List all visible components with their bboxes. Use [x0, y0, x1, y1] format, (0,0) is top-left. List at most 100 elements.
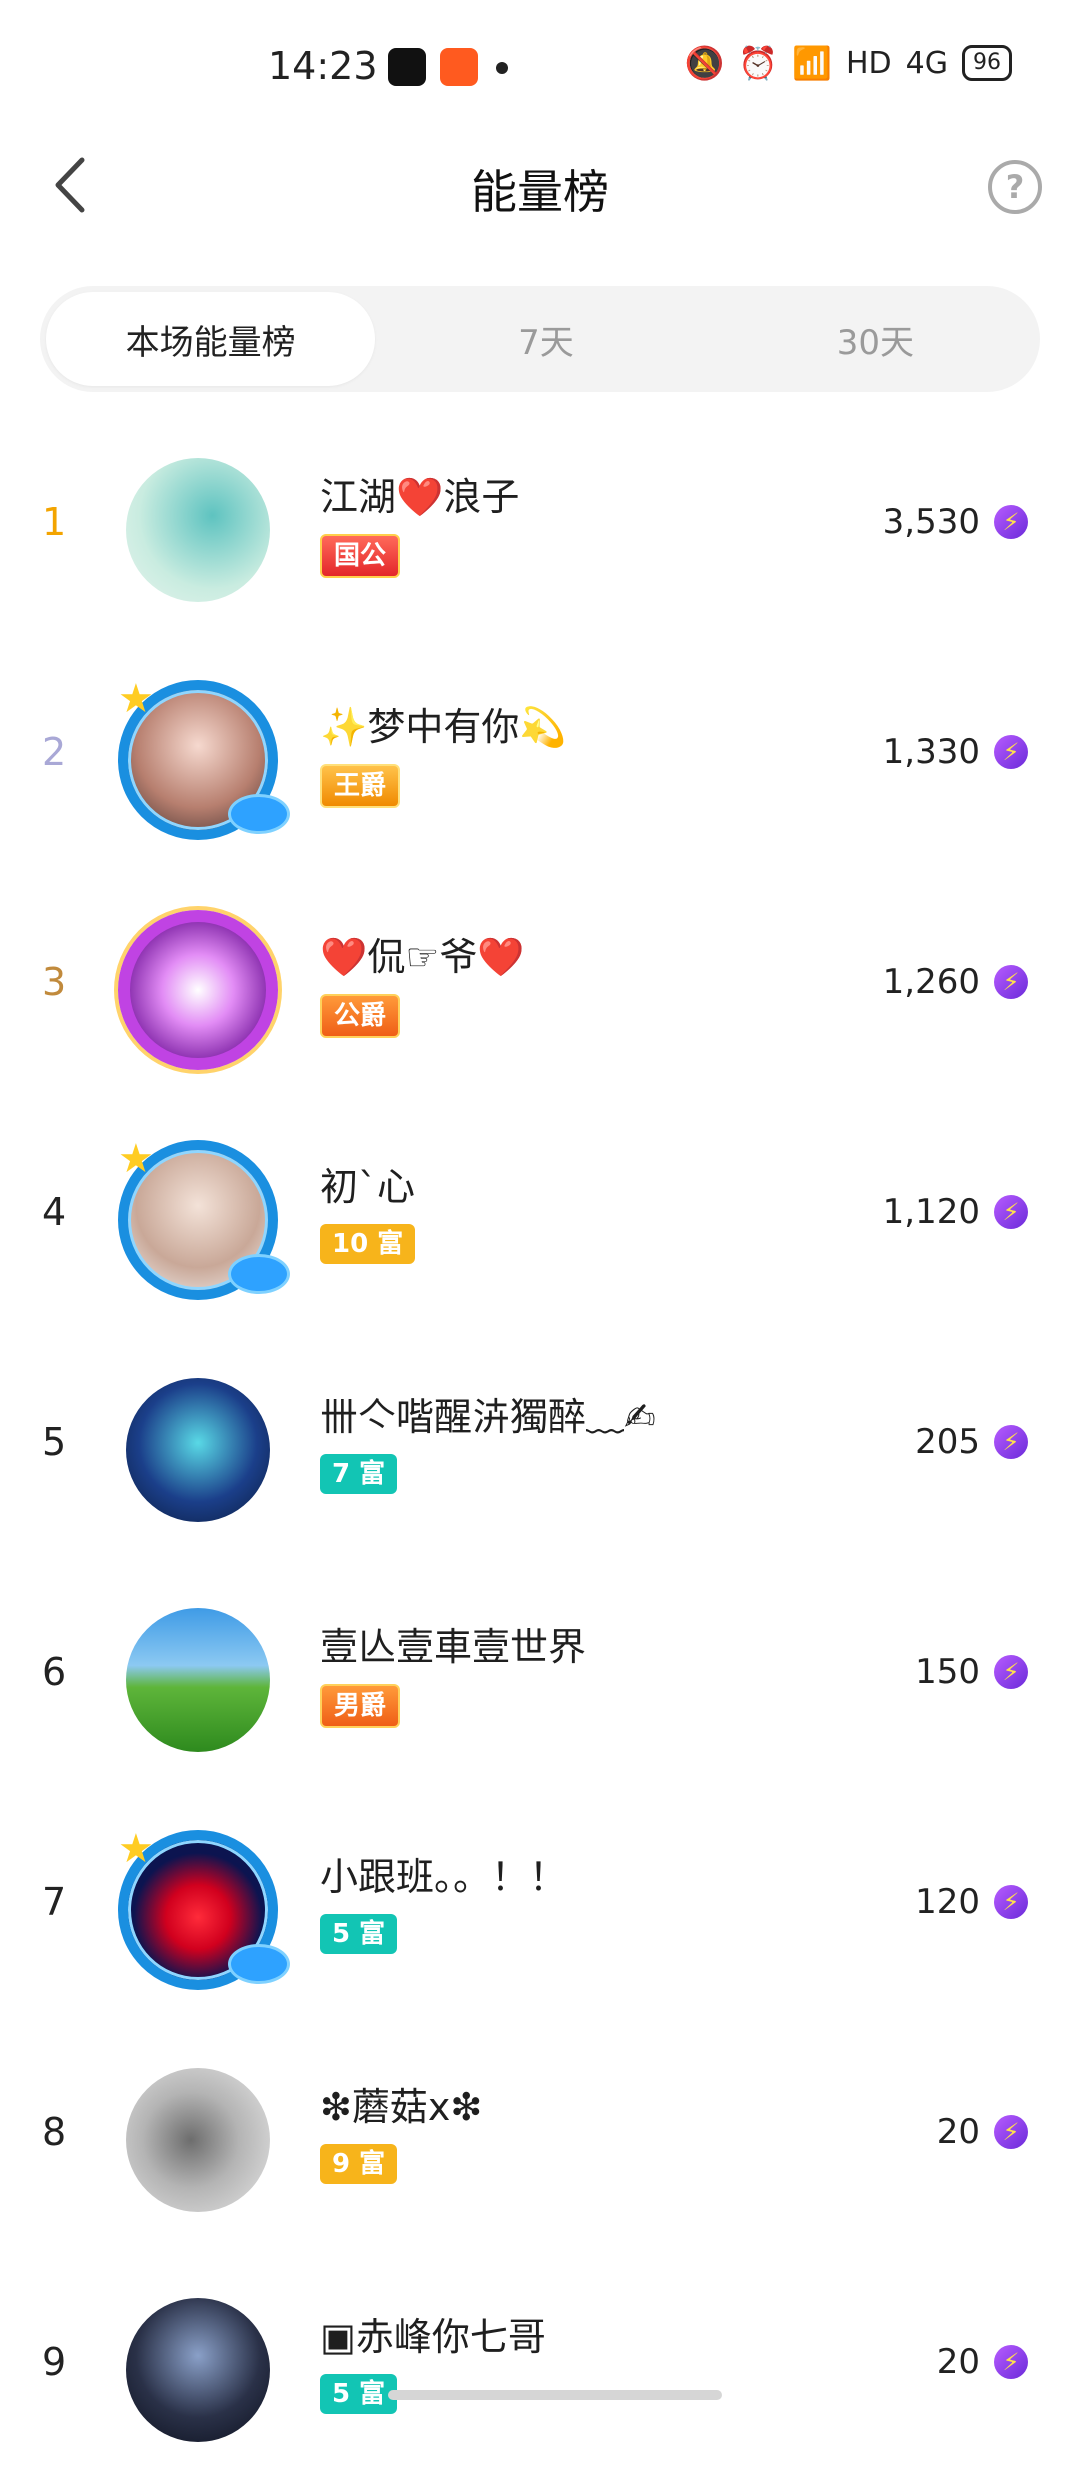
noble-badge: 公爵	[320, 994, 401, 1038]
ranking-row[interactable]: 1 江湖❤️浪子 国公 3,530 ⚡	[0, 410, 1080, 640]
avatar[interactable]	[118, 1370, 278, 1530]
star-icon: ★	[118, 1826, 154, 1872]
noble-badge: 男爵	[320, 1684, 401, 1728]
avatar[interactable]	[118, 450, 278, 610]
user-name: 初`心	[320, 1165, 416, 1209]
rank-number: 4	[42, 1190, 67, 1234]
status-right-group: 🔕 ⏰ 📶 HD 4G 96	[684, 44, 1012, 82]
help-button[interactable]: ?	[988, 160, 1042, 214]
score-value: 1,330	[882, 732, 980, 772]
signal-label: 4G	[905, 45, 948, 81]
score-value: 1,260	[882, 962, 980, 1002]
avatar[interactable]	[118, 2290, 278, 2450]
energy-bolt-icon: ⚡	[994, 735, 1028, 769]
energy-bolt-icon: ⚡	[994, 2115, 1028, 2149]
rank-number: 5	[42, 1420, 67, 1464]
status-bar: 14:23 🔕 ⏰ 📶 HD 4G 96	[0, 0, 1080, 130]
tab-current-session[interactable]: 本场能量榜	[46, 292, 376, 386]
score-value: 150	[915, 1652, 980, 1692]
rank-number: 3	[42, 960, 67, 1004]
score-value: 20	[936, 2342, 980, 2382]
avatar[interactable]: ★	[118, 1826, 290, 1990]
energy-score: 1,120 ⚡	[883, 1192, 1028, 1232]
ranking-row[interactable]: 4 ★ 初`心 10 富 1,120 ⚡	[0, 1100, 1080, 1330]
rank-number: 7	[42, 1880, 67, 1924]
energy-bolt-icon: ⚡	[994, 1425, 1028, 1459]
question-circle-icon: ?	[1005, 168, 1025, 206]
avatar[interactable]	[118, 2060, 278, 2220]
ranking-list: 1 江湖❤️浪子 国公 3,530 ⚡ 2 ★ ✨梦中有你💫 王爵 1,330 …	[0, 410, 1080, 2480]
avatar[interactable]: ★	[118, 1136, 290, 1300]
notification-dot-icon	[496, 62, 508, 74]
ranking-row[interactable]: 5 卌亽喈醒泋獨醉﹏✍ 7 富 205 ⚡	[0, 1330, 1080, 1560]
energy-score: 150 ⚡	[915, 1652, 1028, 1692]
tiktok-icon	[388, 48, 426, 86]
score-value: 1,120	[882, 1192, 980, 1232]
ranking-row[interactable]: 7 ★ 小跟班。。！！ 5 富 120 ⚡	[0, 1790, 1080, 2020]
wifi-icon: 📶	[792, 44, 832, 82]
tab-30-days[interactable]: 30天	[711, 286, 1040, 392]
page-title: 能量榜	[471, 165, 609, 219]
wealth-badge: 10 富	[320, 1224, 416, 1264]
scroll-indicator	[388, 2390, 722, 2400]
user-name: 壹亾壹車壹世界	[320, 1625, 587, 1669]
avatar[interactable]	[118, 1600, 278, 1760]
avatar[interactable]	[118, 910, 278, 1070]
avatar-image	[126, 458, 270, 602]
energy-score: 20 ⚡	[937, 2112, 1028, 2152]
energy-bolt-icon: ⚡	[994, 2345, 1028, 2379]
user-name: ❇蘑菇x❇	[320, 2085, 483, 2129]
alarm-icon: ⏰	[738, 44, 779, 82]
energy-score: 1,260 ⚡	[883, 962, 1028, 1002]
score-value: 3,530	[882, 502, 980, 542]
avatar-image	[126, 2298, 270, 2442]
energy-bolt-icon: ⚡	[994, 965, 1028, 999]
guardian-frame	[118, 910, 278, 1070]
avatar-image	[126, 2068, 270, 2212]
avatar-image	[126, 1378, 270, 1522]
tab-bar: 本场能量榜 7天 30天	[40, 286, 1040, 392]
rank-number: 6	[42, 1650, 67, 1694]
user-name: 小跟班。。！！	[320, 1855, 568, 1899]
kuaishou-icon	[440, 48, 478, 86]
planet-icon	[228, 1254, 290, 1294]
score-value: 205	[915, 1422, 980, 1462]
ranking-row[interactable]: 3 ❤️侃☞爷❤️ 公爵 1,260 ⚡	[0, 870, 1080, 1100]
user-name: 卌亽喈醒泋獨醉﹏✍	[320, 1395, 656, 1439]
user-name: ✨梦中有你💫	[320, 705, 567, 749]
rank-number: 1	[42, 500, 67, 544]
avatar[interactable]: ★	[118, 676, 290, 840]
score-value: 20	[936, 2112, 980, 2152]
energy-bolt-icon: ⚡	[994, 1195, 1028, 1229]
tab-7-days[interactable]: 7天	[381, 286, 710, 392]
energy-score: 120 ⚡	[915, 1882, 1028, 1922]
avatar-image	[126, 1608, 270, 1752]
star-icon: ★	[118, 676, 154, 722]
user-name: 江湖❤️浪子	[320, 475, 520, 519]
ranking-row[interactable]: 2 ★ ✨梦中有你💫 王爵 1,330 ⚡	[0, 640, 1080, 870]
status-time: 14:23	[268, 44, 378, 88]
energy-score: 1,330 ⚡	[883, 732, 1028, 772]
network-label: HD	[845, 45, 892, 81]
ranking-row[interactable]: 6 壹亾壹車壹世界 男爵 150 ⚡	[0, 1560, 1080, 1790]
header: 能量榜 ?	[0, 130, 1080, 240]
wealth-badge: 7 富	[320, 1454, 398, 1494]
rank-number: 8	[42, 2110, 67, 2154]
energy-score: 205 ⚡	[915, 1422, 1028, 1462]
user-name: ❤️侃☞爷❤️	[320, 935, 525, 979]
silent-bell-icon: 🔕	[684, 44, 725, 82]
wealth-badge: 9 富	[320, 2144, 398, 2184]
rank-number: 2	[42, 730, 67, 774]
score-value: 120	[915, 1882, 980, 1922]
star-icon: ★	[118, 1136, 154, 1182]
ranking-row[interactable]: 9 ▣赤峰你七哥 5 富 20 ⚡	[0, 2250, 1080, 2480]
energy-bolt-icon: ⚡	[994, 1885, 1028, 1919]
user-name: ▣赤峰你七哥	[320, 2315, 546, 2359]
planet-icon	[228, 1944, 290, 1984]
energy-score: 20 ⚡	[937, 2342, 1028, 2382]
energy-bolt-icon: ⚡	[994, 505, 1028, 539]
noble-badge: 王爵	[320, 764, 401, 808]
planet-icon	[228, 794, 290, 834]
ranking-row[interactable]: 8 ❇蘑菇x❇ 9 富 20 ⚡	[0, 2020, 1080, 2250]
energy-score: 3,530 ⚡	[883, 502, 1028, 542]
